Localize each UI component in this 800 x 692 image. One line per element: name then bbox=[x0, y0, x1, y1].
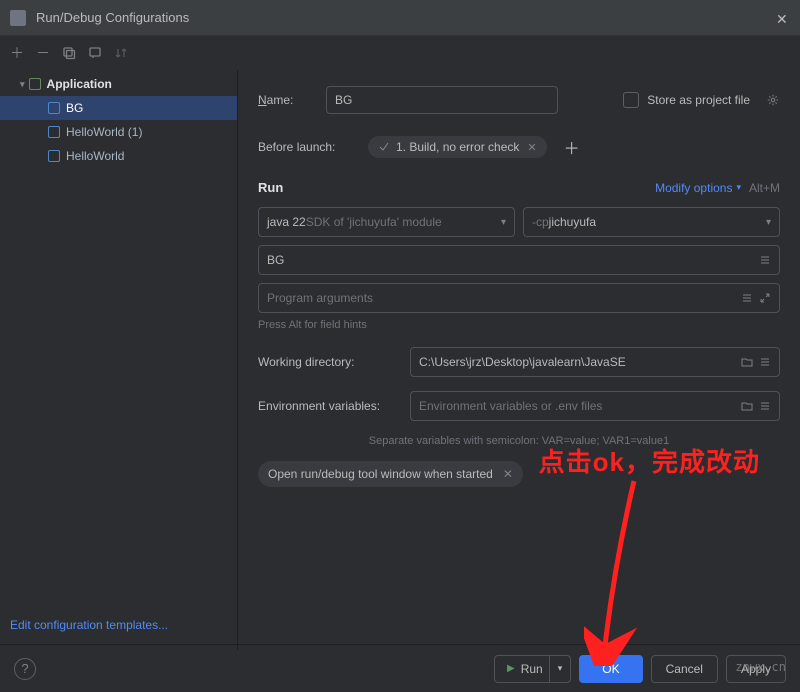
expand-icon[interactable] bbox=[759, 292, 771, 304]
list-icon[interactable] bbox=[759, 356, 771, 368]
tree-item-helloworld-1[interactable]: HelloWorld (1) bbox=[0, 120, 237, 144]
add-task-button[interactable]: ＋ bbox=[561, 136, 583, 158]
sdk-dropdown[interactable]: java 22 SDK of 'jichuyufa' module ▾ bbox=[258, 207, 515, 237]
cp-prefix: -cp bbox=[532, 215, 549, 229]
copy-icon[interactable] bbox=[58, 42, 80, 64]
watermark: znwx.cn bbox=[735, 660, 786, 674]
edit-templates-link[interactable]: Edit configuration templates... bbox=[10, 618, 168, 632]
working-directory-input[interactable]: C:\Users\jrz\Desktop\javalearn\JavaSE bbox=[410, 347, 780, 377]
modify-options-link[interactable]: Modify options ▾ Alt+M bbox=[655, 181, 780, 195]
tree-item-label: HelloWorld (1) bbox=[66, 125, 142, 139]
application-icon bbox=[29, 78, 41, 90]
field-hint-text: Press Alt for field hints bbox=[258, 319, 780, 331]
config-icon bbox=[48, 102, 60, 114]
program-args-placeholder: Program arguments bbox=[267, 291, 373, 305]
remove-option-icon[interactable]: ✕ bbox=[503, 467, 513, 481]
close-icon[interactable]: ✕ bbox=[776, 11, 790, 25]
open-tool-window-option[interactable]: Open run/debug tool window when started … bbox=[258, 461, 523, 487]
add-icon[interactable]: ＋ bbox=[6, 42, 28, 64]
chevron-down-icon: ▾ bbox=[501, 217, 506, 228]
checkbox-box bbox=[623, 92, 639, 108]
config-icon bbox=[48, 126, 60, 138]
cancel-button[interactable]: Cancel bbox=[651, 655, 718, 683]
folder-icon[interactable] bbox=[741, 400, 753, 412]
app-icon bbox=[10, 10, 26, 26]
before-launch-task[interactable]: 1. Build, no error check ✕ bbox=[368, 136, 547, 158]
main-class-value: BG bbox=[267, 253, 284, 267]
open-tool-label: Open run/debug tool window when started bbox=[268, 467, 493, 481]
help-button[interactable]: ? bbox=[14, 658, 36, 680]
run-section-title: Run bbox=[258, 180, 283, 195]
run-button[interactable]: ▶ Run ▾ bbox=[494, 655, 571, 683]
chevron-down-icon: ▾ bbox=[20, 79, 25, 90]
store-as-project-checkbox[interactable]: Store as project file bbox=[623, 92, 750, 108]
wd-value: C:\Users\jrz\Desktop\javalearn\JavaSE bbox=[419, 355, 626, 369]
window-title: Run/Debug Configurations bbox=[36, 10, 776, 25]
config-icon bbox=[48, 150, 60, 162]
tree-item-label: HelloWorld bbox=[66, 149, 124, 163]
modify-shortcut: Alt+M bbox=[749, 181, 780, 195]
working-directory-label: Working directory: bbox=[258, 355, 398, 369]
chevron-down-icon: ▾ bbox=[766, 217, 771, 228]
tree-item-bg[interactable]: BG bbox=[0, 96, 237, 120]
tree-root-application[interactable]: ▾ Application bbox=[0, 72, 237, 96]
config-tree: ▾ Application BG HelloWorld (1) HelloWor… bbox=[0, 70, 238, 650]
list-icon[interactable] bbox=[759, 254, 771, 266]
chevron-down-icon: ▾ bbox=[736, 182, 741, 193]
folder-icon[interactable] bbox=[741, 356, 753, 368]
ok-button[interactable]: OK bbox=[579, 655, 642, 683]
program-arguments-input[interactable]: Program arguments bbox=[258, 283, 780, 313]
store-label: Store as project file bbox=[647, 93, 750, 107]
task-label: 1. Build, no error check bbox=[396, 140, 519, 154]
before-launch-label: Before launch: bbox=[258, 140, 354, 154]
run-label: Run bbox=[521, 662, 543, 676]
sdk-value: java 22 bbox=[267, 215, 306, 229]
sdk-hint: SDK of 'jichuyufa' module bbox=[306, 215, 442, 229]
remove-icon[interactable]: － bbox=[32, 42, 54, 64]
name-label: Name: bbox=[258, 93, 314, 107]
list-icon[interactable] bbox=[759, 400, 771, 412]
env-variables-input[interactable]: Environment variables or .env files bbox=[410, 391, 780, 421]
classpath-dropdown[interactable]: -cp jichuyufa ▾ bbox=[523, 207, 780, 237]
modify-options-label: Modify options bbox=[655, 181, 732, 195]
env-variables-label: Environment variables: bbox=[258, 399, 398, 413]
save-template-icon[interactable] bbox=[84, 42, 106, 64]
play-icon: ▶ bbox=[507, 663, 515, 674]
tree-root-label: Application bbox=[47, 77, 112, 91]
list-icon[interactable] bbox=[741, 292, 753, 304]
name-input[interactable] bbox=[326, 86, 558, 114]
sort-icon[interactable] bbox=[110, 42, 132, 64]
gear-icon[interactable] bbox=[766, 93, 780, 107]
main-class-input[interactable]: BG bbox=[258, 245, 780, 275]
annotation-text: 点击ok，完成改动 bbox=[539, 442, 760, 479]
remove-task-icon[interactable]: ✕ bbox=[527, 141, 536, 154]
cp-value: jichuyufa bbox=[549, 215, 596, 229]
env-placeholder: Environment variables or .env files bbox=[419, 399, 602, 413]
run-dropdown-chevron[interactable]: ▾ bbox=[549, 656, 571, 682]
tree-item-helloworld[interactable]: HelloWorld bbox=[0, 144, 237, 168]
tree-item-label: BG bbox=[66, 101, 83, 115]
